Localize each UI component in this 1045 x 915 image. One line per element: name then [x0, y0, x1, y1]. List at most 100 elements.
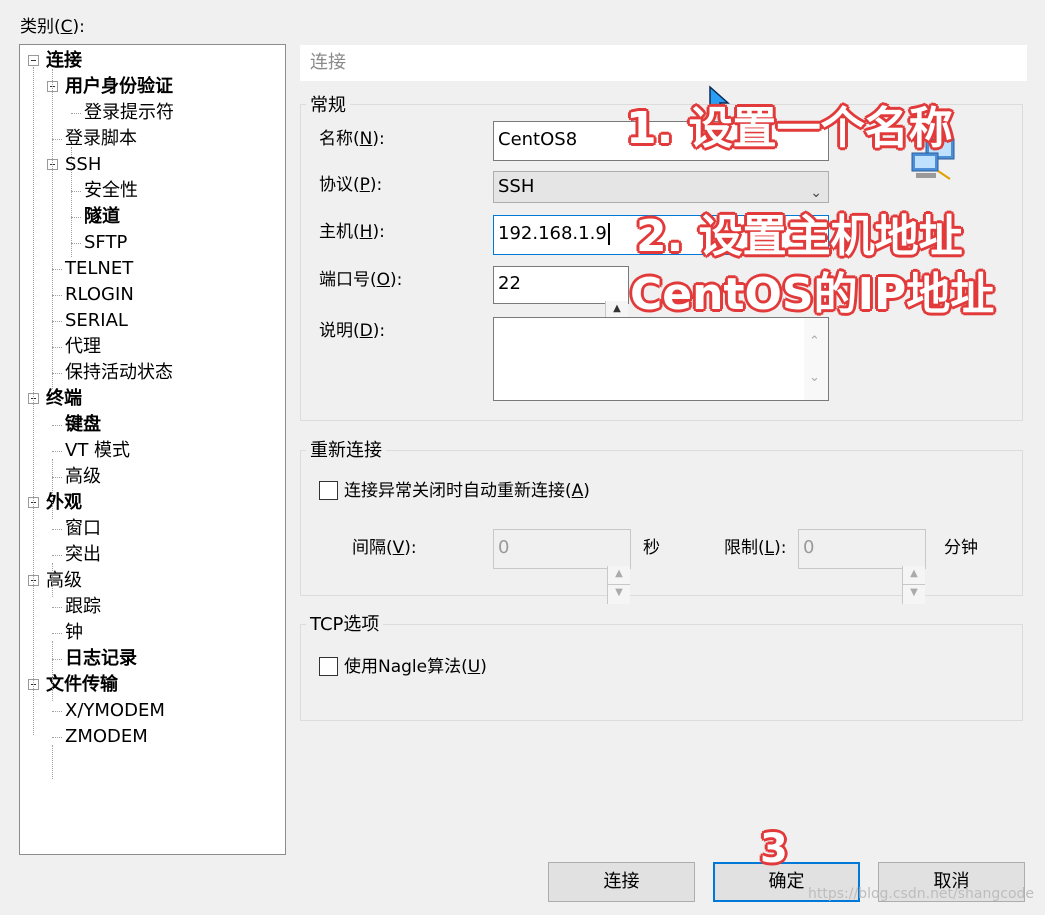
tree-item[interactable]: 日志记录 — [65, 646, 137, 672]
text-cursor — [607, 223, 610, 245]
host-label-key: H — [359, 222, 373, 242]
tree-connector — [52, 425, 62, 426]
annotation-step1: 1. 设置一个名称 — [626, 103, 953, 154]
tree-item[interactable]: SERIAL — [65, 308, 128, 334]
tree-item[interactable]: 突出 — [65, 542, 101, 568]
desc-label-post: ): — [372, 321, 386, 341]
auto-reconnect-label[interactable]: 连接异常关闭时自动重新连接(A) — [344, 480, 590, 502]
nagle-label-post: ) — [480, 657, 487, 677]
tree-connector — [71, 191, 81, 192]
nagle-checkbox[interactable] — [319, 657, 338, 676]
name-label-pre: 名称( — [319, 129, 360, 149]
protocol-label-post: ): — [369, 175, 383, 195]
auto-reconnect-label-post: ) — [583, 481, 590, 501]
tree-connector — [52, 633, 62, 634]
auto-reconnect-checkbox[interactable] — [319, 481, 338, 500]
tree-item[interactable]: 窗口 — [65, 516, 101, 542]
nagle-label[interactable]: 使用Nagle算法(U) — [344, 656, 487, 678]
limit-value: 0 — [803, 537, 815, 558]
tree-connector — [71, 243, 81, 244]
tree-connector — [52, 711, 62, 712]
protocol-select-value: SSH — [498, 176, 535, 197]
tree-connector — [52, 477, 62, 478]
limit-label: 限制(L): — [724, 537, 787, 559]
limit-input[interactable]: 0 ▲ ▼ — [798, 529, 926, 604]
protocol-select[interactable]: SSH ⌄ — [493, 171, 829, 203]
nagle-label-key: U — [467, 657, 481, 677]
tree-item[interactable]: 钟 — [65, 620, 83, 646]
tree-item[interactable]: VT 模式 — [65, 438, 130, 464]
interval-label-key: V — [392, 538, 405, 558]
tree-connector — [52, 529, 62, 530]
tree-item[interactable]: 隧道 — [84, 204, 120, 230]
tree-connector — [52, 321, 62, 322]
tree-item[interactable]: 登录提示符 — [84, 100, 174, 126]
tree-connector — [71, 113, 81, 114]
port-label-post: ): — [390, 270, 403, 290]
host-input-value: 192.168.1.9 — [498, 223, 607, 244]
description-scrollbar[interactable]: ⌃ ⌄ — [804, 318, 828, 400]
tree-item[interactable]: 文件传输 — [46, 672, 118, 698]
collapse-icon[interactable] — [28, 55, 39, 66]
host-label: 主机(H): — [319, 221, 385, 243]
annotation-step2: 2. 设置主机地址 — [636, 211, 963, 262]
tree-connector — [52, 659, 62, 660]
protocol-label: 协议(P): — [319, 174, 382, 196]
tree-connector — [52, 451, 62, 452]
annotation-step2-detail: CentOS的IP地址 — [630, 269, 995, 320]
limit-unit: 分钟 — [944, 538, 978, 558]
limit-label-key: L — [764, 538, 775, 558]
host-label-post: ): — [372, 222, 385, 242]
protocol-label-key: P — [359, 175, 370, 195]
tree-item[interactable]: 跟踪 — [65, 594, 101, 620]
tree-item[interactable]: 安全性 — [84, 178, 138, 204]
port-input-value: 22 — [498, 273, 521, 294]
nagle-label-pre: 使用Nagle算法( — [344, 657, 468, 677]
tcp-options-group-title: TCP选项 — [306, 615, 384, 635]
tree-item[interactable]: X/YMODEM — [65, 698, 165, 724]
tree-connector — [52, 269, 62, 270]
category-label-suffix: ): — [72, 17, 85, 37]
tree-item[interactable]: SFTP — [84, 230, 127, 256]
connect-button[interactable]: 连接 — [548, 862, 695, 902]
tree-connector — [52, 295, 62, 296]
tree-item[interactable]: 高级 — [65, 464, 101, 490]
port-input[interactable]: 22 ▲ ▼ — [493, 266, 629, 337]
tree-item[interactable]: 登录脚本 — [65, 126, 137, 152]
tree-item[interactable]: TELNET — [65, 256, 133, 282]
general-group-title: 常规 — [306, 96, 350, 116]
name-label-post: ): — [372, 129, 385, 149]
tree-item[interactable]: 终端 — [46, 386, 82, 412]
tree-item[interactable]: 键盘 — [65, 412, 101, 438]
limit-spinner[interactable]: ▲ ▼ — [902, 566, 925, 604]
description-textarea[interactable]: ⌃ ⌄ — [493, 317, 829, 401]
tree-connector — [52, 555, 62, 556]
spin-down-icon[interactable]: ▼ — [903, 585, 925, 604]
tree-item[interactable]: 代理 — [65, 334, 101, 360]
scroll-down-icon[interactable]: ⌄ — [809, 360, 820, 396]
tree-item[interactable]: 用户身份验证 — [65, 74, 173, 100]
tree-connector — [52, 459, 53, 519]
tree-connector — [52, 737, 62, 738]
tree-item[interactable]: 保持活动状态 — [65, 360, 173, 386]
scroll-up-icon[interactable]: ⌃ — [809, 324, 820, 360]
interval-spinner[interactable]: ▲ ▼ — [607, 566, 630, 604]
tree-connector — [52, 607, 62, 608]
host-label-pre: 主机( — [319, 222, 360, 242]
spin-down-icon[interactable]: ▼ — [608, 585, 630, 604]
annotation-step3: 3 — [760, 826, 788, 872]
spin-up-icon[interactable]: ▲ — [903, 566, 925, 585]
interval-value: 0 — [498, 537, 510, 558]
spin-up-icon[interactable]: ▲ — [608, 566, 630, 585]
tree-connector — [52, 745, 53, 779]
tree-item[interactable]: ZMODEM — [65, 724, 148, 750]
tree-connector — [71, 217, 81, 218]
category-label-key: C — [60, 17, 73, 37]
category-label-prefix: 类别( — [20, 17, 61, 37]
category-tree[interactable]: 连接 用户身份验证 登录提示符 登录脚本 SSH 安全性 隧道 SFTP TELNET RLOGI… — [19, 44, 286, 855]
auto-reconnect-label-pre: 连接异常关闭时自动重新连接( — [344, 481, 572, 501]
auto-reconnect-label-key: A — [571, 481, 584, 501]
interval-input[interactable]: 0 ▲ ▼ — [493, 529, 631, 604]
tree-connector — [52, 69, 53, 389]
tree-item[interactable]: RLOGIN — [65, 282, 134, 308]
